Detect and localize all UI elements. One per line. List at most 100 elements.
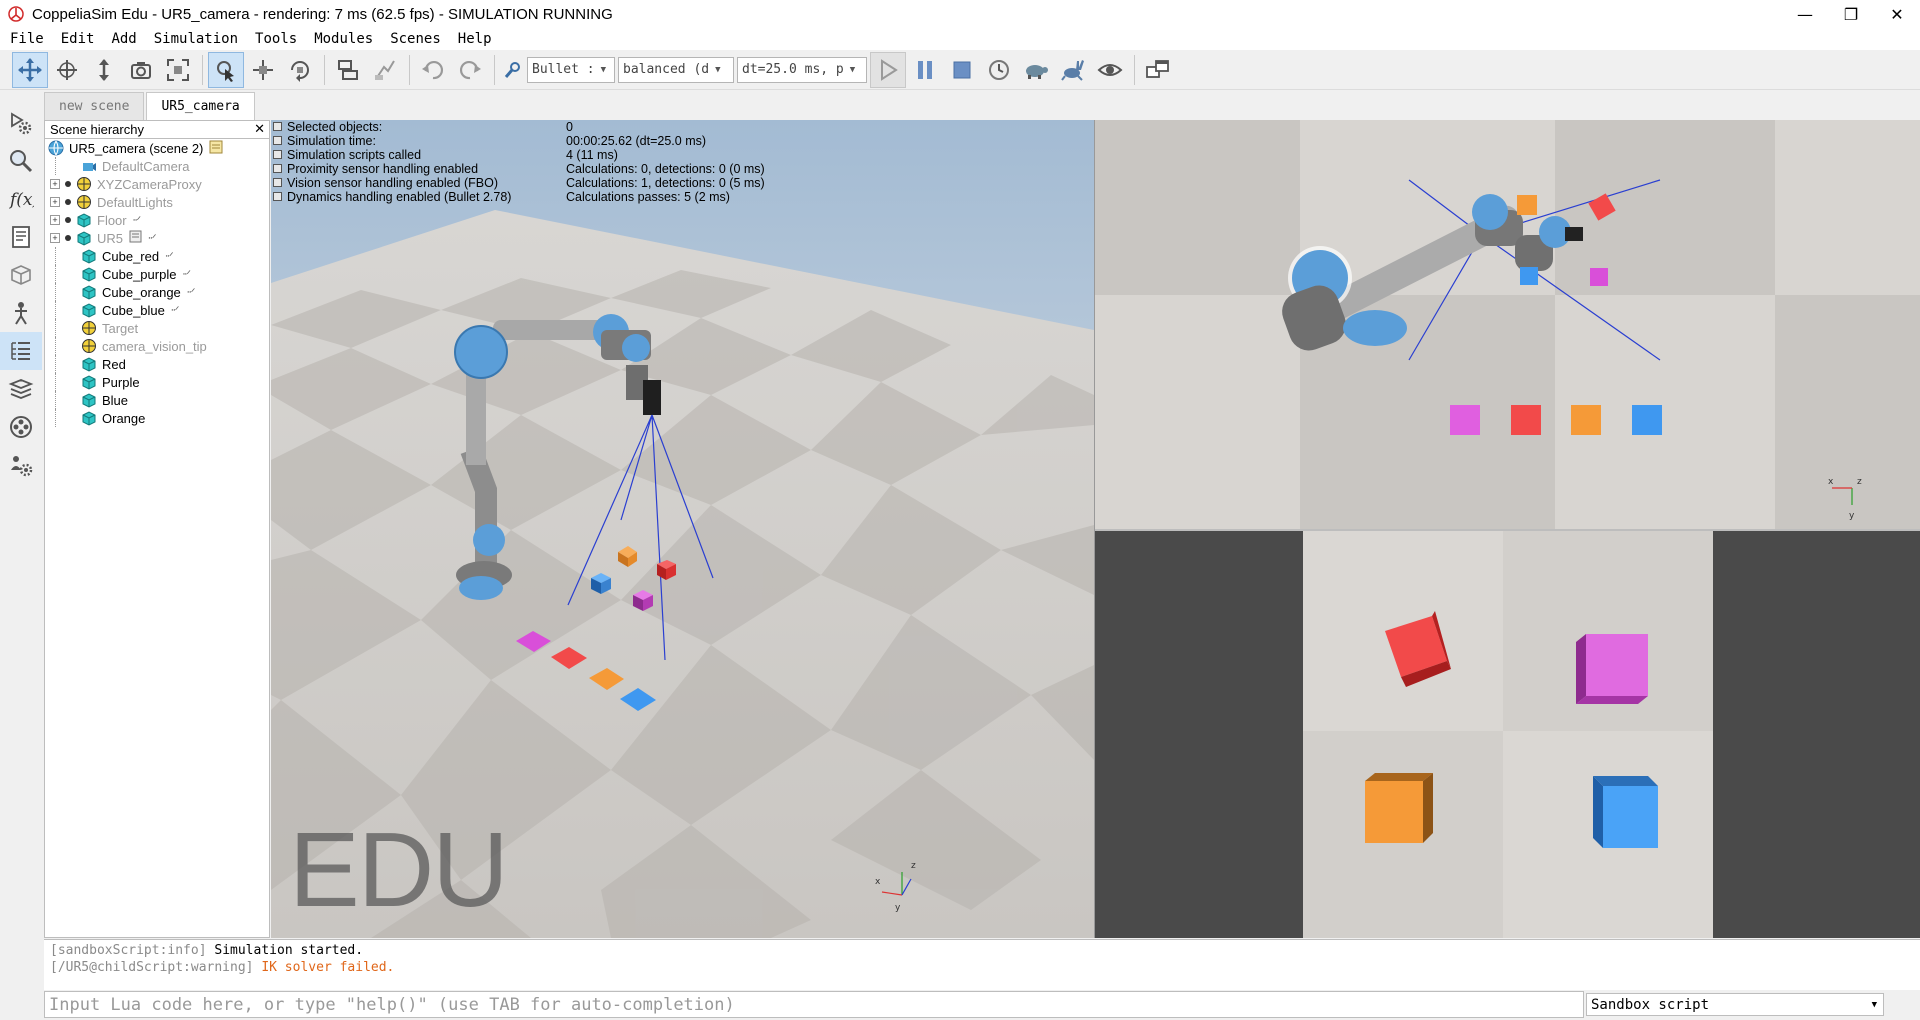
menu-modules[interactable]: Modules — [304, 31, 380, 47]
tree-item[interactable]: DefaultCamera — [45, 157, 269, 175]
tree-item[interactable]: Cube_blue ⸱⸱ᐟ — [45, 301, 269, 319]
lua-command-input[interactable]: Input Lua code here, or type "help()" (u… — [44, 991, 1584, 1018]
dynamics-settings-button[interactable] — [500, 52, 526, 88]
tab-ur5-camera[interactable]: UR5_camera — [146, 92, 255, 120]
close-icon[interactable]: ✕ — [254, 121, 265, 137]
tree-item[interactable]: camera_vision_tip — [45, 337, 269, 355]
info-row: Selected objects: 0 — [271, 120, 765, 134]
shape-edit-button[interactable] — [0, 256, 42, 294]
tab-new-scene[interactable]: new scene — [44, 92, 145, 120]
physics-engine-select[interactable]: Bullet : ▼ — [527, 56, 615, 83]
tree-item[interactable]: + DefaultLights — [45, 193, 269, 211]
menu-help[interactable]: Help — [448, 31, 499, 47]
play-gear-icon — [11, 112, 32, 135]
camera-angle-button[interactable] — [123, 52, 159, 88]
camera-icon — [81, 158, 97, 174]
fit-to-view-button[interactable] — [160, 52, 196, 88]
calculation-modules-button[interactable]: f(x) — [0, 180, 42, 218]
camera-shift-button[interactable] — [86, 52, 122, 88]
tree-root-scene[interactable]: UR5_camera (scene 2) — [45, 139, 269, 157]
user-settings-button[interactable] — [0, 446, 42, 484]
menu-add[interactable]: Add — [101, 31, 143, 47]
camera-pan-button[interactable] — [12, 51, 48, 88]
tree-item[interactable]: Purple — [45, 373, 269, 391]
toggle-checkbox-icon[interactable] — [273, 164, 282, 173]
chevron-down-icon: ▼ — [1871, 999, 1877, 1010]
tree-item[interactable]: Orange — [45, 409, 269, 427]
menu-tools[interactable]: Tools — [245, 31, 304, 47]
visibility-dot-icon — [65, 181, 71, 187]
tree-item-label: Orange — [102, 410, 146, 426]
tree-item[interactable]: + UR5 ⸱⸱ᐟ — [45, 229, 269, 247]
tree-item[interactable]: Cube_orange ⸱⸱ᐟ — [45, 283, 269, 301]
tree-item[interactable]: Blue — [45, 391, 269, 409]
vision-sensor-view-panel[interactable] — [1095, 531, 1920, 938]
info-row: Proximity sensor handling enabled Calcula… — [271, 162, 765, 176]
video-recorder-button[interactable] — [0, 408, 42, 446]
tree-item[interactable]: + Floor ⸱⸱ᐟ — [45, 211, 269, 229]
expand-icon[interactable]: + — [50, 215, 60, 225]
globe-icon — [48, 140, 64, 156]
info-row: Vision sensor handling enabled (FBO) Calc… — [271, 176, 765, 190]
toggle-checkbox-icon[interactable] — [273, 122, 282, 131]
menu-simulation[interactable]: Simulation — [144, 31, 245, 47]
tree-item[interactable]: Cube_purple ⸱⸱ᐟ — [45, 265, 269, 283]
assemble-button[interactable] — [330, 52, 366, 88]
undo-button[interactable] — [415, 52, 451, 88]
toggle-checkbox-icon[interactable] — [273, 192, 282, 201]
dynamics-accuracy-select[interactable]: balanced (d ▼ — [618, 56, 734, 83]
page-selector-button[interactable] — [1140, 52, 1176, 88]
slow-down-button[interactable] — [1018, 52, 1054, 88]
script-icon[interactable] — [129, 230, 142, 246]
scene-hierarchy-toggle[interactable] — [0, 332, 42, 370]
toggle-checkbox-icon[interactable] — [273, 178, 282, 187]
timestep-select[interactable]: dt=25.0 ms, p ▼ — [737, 56, 867, 83]
tree-item[interactable]: + XYZCameraProxy — [45, 175, 269, 193]
magnifier-icon — [10, 150, 33, 173]
expand-icon[interactable]: + — [50, 233, 60, 243]
menu-scenes[interactable]: Scenes — [380, 31, 448, 47]
tree-item[interactable]: Cube_red ⸱⸱ᐟ — [45, 247, 269, 265]
main-3d-viewport[interactable]: z x y Selected objects: 0 Simulation time:… — [271, 120, 1094, 938]
start-simulation-button[interactable] — [870, 51, 906, 88]
restore-button[interactable]: ❐ — [1828, 0, 1874, 28]
toggle-checkbox-icon[interactable] — [273, 136, 282, 145]
layers-button[interactable] — [0, 370, 42, 408]
object-shift-button[interactable] — [245, 52, 281, 88]
expand-icon[interactable]: + — [50, 179, 60, 189]
minimize-button[interactable]: — — [1782, 0, 1828, 28]
tree-connector — [55, 247, 65, 265]
menu-edit[interactable]: Edit — [51, 31, 102, 47]
pause-simulation-button[interactable] — [907, 52, 943, 88]
svg-text:y: y — [1849, 511, 1855, 521]
menu-file[interactable]: File — [0, 31, 51, 47]
dynamic-flag-icon: ⸱⸱ᐟ — [165, 250, 174, 263]
toggle-checkbox-icon[interactable] — [273, 150, 282, 159]
script-target-select[interactable]: Sandbox script ▼ — [1586, 993, 1884, 1016]
toggle-visualization-button[interactable] — [1092, 52, 1128, 88]
simulation-settings-button[interactable] — [0, 104, 42, 142]
scripts-button[interactable] — [0, 218, 42, 256]
camera-rotate-button[interactable] — [49, 52, 85, 88]
tree-item-label: Cube_red — [102, 248, 160, 264]
model-browser-button[interactable] — [0, 142, 42, 180]
object-rotate-button[interactable] — [282, 52, 318, 88]
close-window-button[interactable]: ✕ — [1874, 0, 1920, 28]
click-selection-button[interactable] — [208, 51, 244, 88]
tree-item[interactable]: Red — [45, 355, 269, 373]
redo-button[interactable] — [452, 52, 488, 88]
tree-item-label: UR5 — [97, 230, 124, 246]
tree-connector — [55, 301, 65, 319]
scene-hierarchy-panel: Scene hierarchy ✕ UR5_camera (scene 2) De… — [44, 120, 270, 938]
tree-connector — [55, 157, 65, 175]
ik-button[interactable] — [0, 294, 42, 332]
realtime-mode-button[interactable] — [981, 52, 1017, 88]
top-view-panel[interactable]: x z y — [1095, 120, 1920, 529]
tree-item[interactable]: Target — [45, 319, 269, 337]
rabbit-icon — [1061, 59, 1084, 81]
stop-simulation-button[interactable] — [944, 52, 980, 88]
speed-up-button[interactable] — [1055, 52, 1091, 88]
script-icon[interactable] — [209, 140, 223, 157]
expand-icon[interactable]: + — [50, 197, 60, 207]
transfer-dna-button[interactable] — [367, 52, 403, 88]
